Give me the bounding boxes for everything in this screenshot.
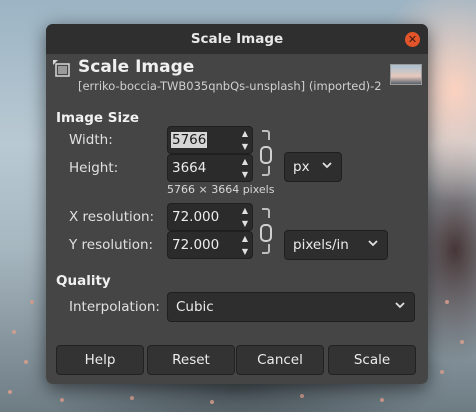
help-button[interactable]: Help (56, 345, 144, 375)
height-input[interactable]: 3664 (172, 160, 206, 176)
chevron-down-icon (368, 240, 378, 247)
spin-up-icon[interactable]: ▲ (238, 232, 252, 245)
chain-link-icon[interactable] (260, 208, 272, 254)
image-size-section-label: Image Size (56, 110, 140, 126)
height-label: Height: (69, 160, 119, 176)
size-unit-value: px (293, 159, 310, 175)
x-resolution-label: X resolution: (69, 209, 155, 225)
cancel-button[interactable]: Cancel (236, 345, 324, 375)
interpolation-dropdown[interactable]: Cubic (167, 292, 415, 322)
close-icon[interactable]: ✕ (405, 32, 420, 47)
x-resolution-spinbox[interactable]: 72.000 ▲ ▼ (167, 203, 253, 231)
scale-image-dialog: Scale Image ✕ Scale Image [erriko-boccia… (46, 24, 428, 384)
interpolation-value: Cubic (176, 299, 214, 315)
reset-button[interactable]: Reset (147, 345, 235, 375)
x-resolution-input[interactable]: 72.000 (172, 209, 219, 225)
chevron-down-icon (395, 302, 405, 309)
spin-up-icon[interactable]: ▲ (238, 127, 252, 140)
width-input[interactable]: 5766 (171, 132, 208, 148)
image-thumbnail (390, 64, 422, 85)
spin-up-icon[interactable]: ▲ (238, 204, 252, 217)
window-title: Scale Image (190, 31, 284, 47)
interpolation-label: Interpolation: (69, 299, 160, 315)
spin-down-icon[interactable]: ▼ (238, 245, 252, 258)
width-spinbox[interactable]: 5766 ▲ ▼ (167, 126, 253, 154)
resolution-unit-dropdown[interactable]: pixels/in (284, 230, 388, 260)
width-label: Width: (69, 132, 113, 148)
chevron-down-icon (322, 162, 332, 169)
quality-section-label: Quality (56, 273, 111, 289)
spin-down-icon[interactable]: ▼ (238, 217, 252, 230)
scale-image-icon (53, 60, 70, 77)
spin-up-icon[interactable]: ▲ (238, 155, 252, 168)
dialog-heading: Scale Image (78, 57, 195, 77)
title-bar[interactable]: Scale Image ✕ (46, 24, 428, 54)
pixel-dimensions-text: 5766 × 3664 pixels (167, 183, 275, 196)
size-unit-dropdown[interactable]: px (284, 152, 342, 182)
spin-down-icon[interactable]: ▼ (238, 168, 252, 181)
y-resolution-spinbox[interactable]: 72.000 ▲ ▼ (167, 231, 253, 259)
scale-button[interactable]: Scale (328, 345, 416, 375)
image-name-subtitle: [erriko-boccia-TWB035qnbQs-unsplash] (im… (78, 79, 382, 93)
y-resolution-label: Y resolution: (69, 237, 154, 253)
chain-link-icon[interactable] (260, 130, 272, 176)
spin-down-icon[interactable]: ▼ (238, 140, 252, 153)
height-spinbox[interactable]: 3664 ▲ ▼ (167, 154, 253, 182)
resolution-unit-value: pixels/in (293, 237, 349, 253)
y-resolution-input[interactable]: 72.000 (172, 237, 219, 253)
